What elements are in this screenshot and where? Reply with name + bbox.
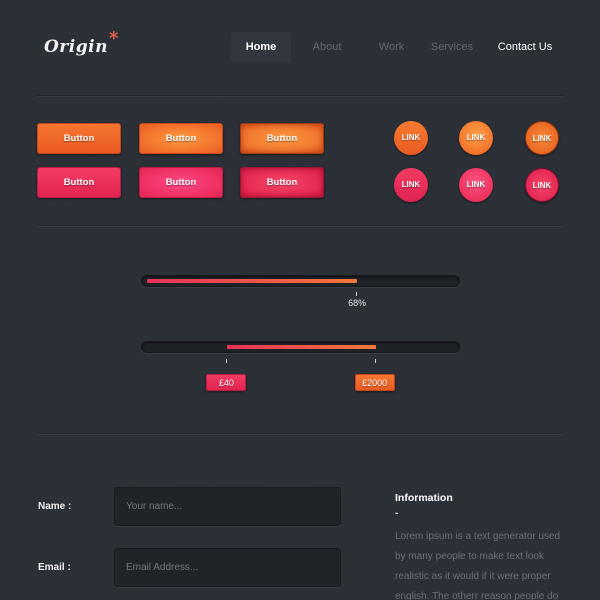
email-input[interactable] [114,548,341,587]
range-min-value: £40 [206,374,247,391]
range-slider[interactable] [141,341,460,353]
pink-button-pressed[interactable]: Button [240,167,324,198]
progress-fill [147,279,358,283]
divider [37,433,563,435]
orange-button-pressed[interactable]: Button [240,123,324,154]
logo[interactable]: Origin* [44,28,118,57]
main-nav: Home About Work Services Contact Us [231,32,566,62]
range-fill [227,345,376,349]
pink-button-normal[interactable]: Button [37,167,121,198]
pink-link-hover[interactable]: LINK [459,168,493,202]
orange-button-hover[interactable]: Button [139,123,223,154]
logo-star-icon: * [108,28,119,49]
progress-tick [356,292,358,296]
info-body: Lorem ipsum is a text generator used by … [395,531,561,600]
divider [37,95,563,97]
nav-contact-us[interactable]: Contact Us [484,32,566,62]
orange-button-normal[interactable]: Button [37,123,121,154]
nav-work[interactable]: Work [363,32,420,62]
logo-text: Origin [44,37,108,57]
divider [37,225,563,227]
info-dash: - [395,508,399,519]
range-low-handle[interactable] [226,359,228,363]
orange-link-hover[interactable]: LINK [459,121,493,155]
pink-link-pressed[interactable]: LINK [525,168,559,202]
pink-link-normal[interactable]: LINK [394,168,428,202]
orange-link-pressed[interactable]: LINK [525,121,559,155]
nav-home[interactable]: Home [231,32,291,62]
info-title: Information [395,492,453,504]
email-label: Email : [38,562,71,573]
pink-button-hover[interactable]: Button [139,167,223,198]
range-max-value: £2000 [354,374,395,391]
name-input[interactable] [114,487,341,526]
nav-services[interactable]: Services [420,32,484,62]
progress-bar [141,275,460,287]
range-high-handle[interactable] [374,359,376,363]
name-label: Name : [38,501,72,512]
progress-percent: 68% [348,298,367,308]
orange-link-normal[interactable]: LINK [394,121,428,155]
nav-about[interactable]: About [291,32,363,62]
